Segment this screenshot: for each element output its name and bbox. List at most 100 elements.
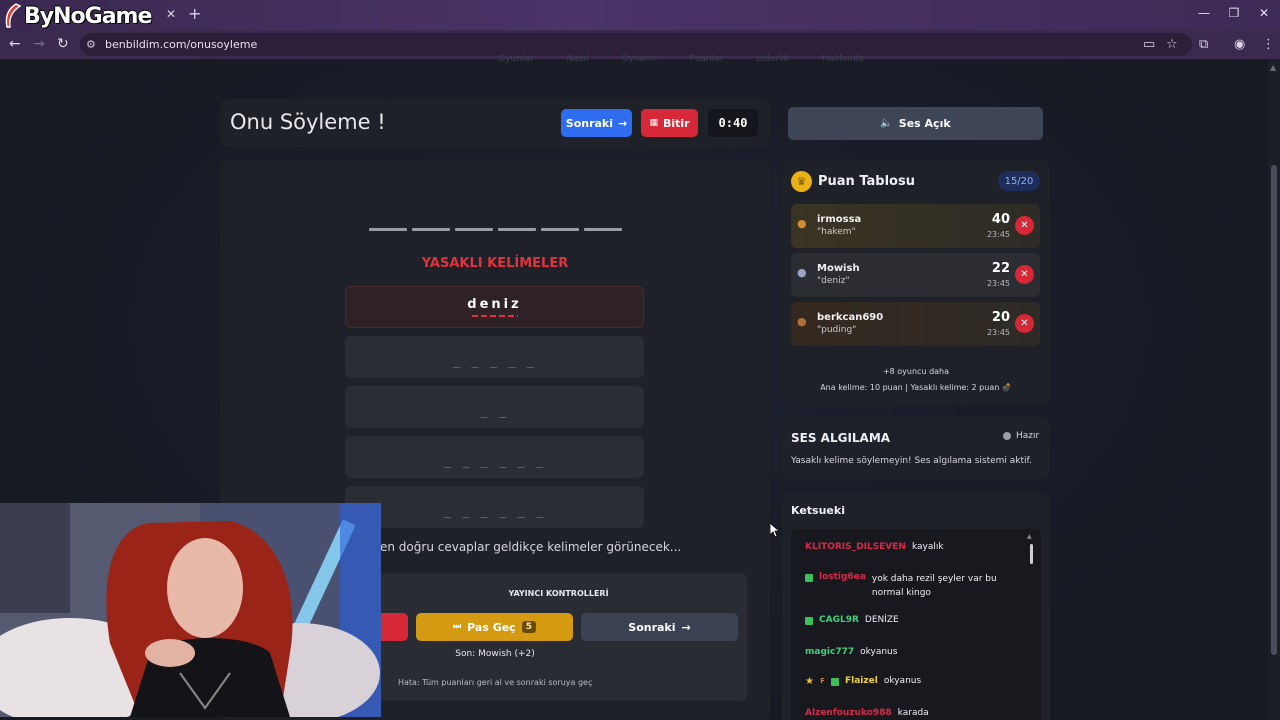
top-nav-faded[interactable]: Oyunlar Nasıl Oynanır Puanlar Liderlik H… — [498, 54, 864, 64]
voice-description: Yasaklı kelime söylemeyin! Ses algılama … — [791, 456, 1032, 466]
pass-count-badge: 5 — [521, 621, 536, 633]
forbidden-word-hidden: _ _ _ _ _ _ — [345, 486, 644, 528]
pass-button[interactable]: ⏭ Pas Geç 5 — [416, 613, 573, 641]
remove-player-icon[interactable]: ✕ — [1015, 265, 1034, 284]
last-scorer: Son: Mowish (+2) — [455, 649, 535, 659]
arrow-right-icon: → — [681, 620, 691, 634]
back-icon[interactable]: ← — [9, 36, 21, 52]
letter-slot — [369, 228, 407, 231]
hidden-word-dashes — [369, 228, 622, 231]
chat-text: okyanus — [883, 676, 922, 686]
player-time: 23:45 — [986, 328, 1010, 337]
chat-text: karada — [897, 708, 929, 718]
leaderboard-row: ● Mowish "deniz" 22 23:45 ✕ — [791, 253, 1040, 297]
player-score: 20 — [991, 310, 1010, 325]
controls-next-button[interactable]: Sonraki → — [581, 613, 738, 641]
subscriber-badge-icon — [831, 678, 839, 686]
feather-logo-icon — [5, 3, 22, 28]
more-players-text: +8 oyuncu daha — [882, 367, 950, 376]
chat-message: CAGL9R DENİZE — [805, 615, 899, 625]
streamer-camera-image — [0, 503, 381, 717]
streamer-controls: YAYINCI KONTROLLERİ ⏭ Pas Geç 5 Sonraki … — [360, 573, 747, 701]
sound-toggle-button[interactable]: 🔈 Ses Açık — [788, 107, 1043, 140]
chat-message: ★ ꜰ Flaizel okyanus — [805, 676, 921, 687]
chat-title: Ketsueki — [791, 504, 845, 517]
chat-username: magic777 — [805, 647, 855, 657]
player-time: 23:45 — [986, 230, 1010, 239]
chat-username: Alzenfouzuko988 — [805, 708, 892, 718]
next-button[interactable]: Sonraki → — [561, 109, 632, 137]
finish-label: Bitir — [662, 116, 690, 130]
restore-icon[interactable]: ❐ — [1226, 6, 1242, 20]
speaker-icon: 🔈 — [880, 118, 893, 129]
chat-message: Alzenfouzuko988 karada — [805, 708, 929, 718]
reload-icon[interactable]: ↻ — [57, 36, 69, 52]
voice-title: SES ALGILAMA — [791, 431, 891, 445]
letter-slot — [584, 228, 622, 231]
game-title: Onu Söyleme ! — [230, 110, 386, 134]
game-header: Onu Söyleme ! Sonraki → ▦ Bitir 0:40 — [220, 99, 770, 147]
forbidden-word-hidden: _ _ _ _ _ — [345, 336, 644, 378]
remove-player-icon[interactable]: ✕ — [1015, 216, 1034, 235]
minimize-icon[interactable]: — — [1196, 6, 1212, 20]
forward-icon[interactable]: → — [33, 36, 45, 52]
voice-detection-panel: SES ALGILAMA Hazır Yasaklı kelime söylem… — [782, 417, 1050, 479]
chat-message: KLITORIS_DILSEVEN kayalık — [805, 542, 944, 552]
player-guess: "hakem" — [817, 227, 856, 237]
silver-medal-icon: ● — [797, 266, 807, 279]
player-name: berkcan690 — [817, 312, 884, 323]
profile-avatar-icon[interactable]: ◉ — [1234, 37, 1245, 52]
scoring-rules: Ana kelime: 10 puan | Yasaklı kelime: 2 … — [820, 383, 1012, 392]
mouse-cursor-icon — [770, 523, 780, 538]
chat-message: lostig6ea yok daha rezil şeyler var bu n… — [805, 572, 1000, 600]
forbidden-words-title: YASAKLI KELİMELER — [421, 256, 569, 271]
cast-icon[interactable]: ▭ — [1143, 37, 1155, 52]
checkered-flag-icon: ▦ — [649, 118, 658, 128]
chat-scroll-up-icon[interactable]: ▲ — [1027, 533, 1032, 540]
controls-tip: Hata: Tüm puanları geri al ve sonraki so… — [398, 678, 593, 687]
leaderboard-row: ● berkcan690 "puding" 20 23:45 ✕ — [791, 302, 1040, 346]
voice-status-label: Hazır — [1016, 431, 1040, 441]
tab-close-icon[interactable]: ✕ — [166, 7, 176, 21]
bookmark-star-icon[interactable]: ☆ — [1166, 37, 1178, 52]
chat-messages[interactable]: ▲ KLITORIS_DILSEVEN kayalık lostig6ea yo… — [791, 529, 1041, 720]
voice-status: Hazır — [1003, 431, 1039, 441]
letter-slot — [541, 228, 579, 231]
rank-badge-icon: ꜰ — [819, 676, 825, 686]
window-close-icon[interactable]: ✕ — [1256, 6, 1272, 20]
pass-label: Pas Geç — [467, 620, 516, 634]
chat-username: CAGL9R — [819, 615, 859, 625]
word-underline — [471, 315, 518, 317]
gold-medal-icon: ● — [797, 217, 807, 230]
forbidden-word-hidden: _ _ — [345, 386, 644, 428]
controls-next-label: Sonraki — [628, 620, 676, 634]
letter-slot — [412, 228, 450, 231]
chat-username: lostig6ea — [819, 572, 866, 582]
forbidden-word-hidden: _ _ _ _ _ _ — [345, 436, 644, 478]
skip-icon: ⏭ — [453, 622, 462, 632]
leaderboard: ♛ Puan Tablosu 15/20 ● irmossa "hakem" 4… — [782, 160, 1050, 404]
arrow-right-icon: → — [618, 116, 628, 130]
leaderboard-title: Puan Tablosu — [818, 174, 915, 189]
remove-player-icon[interactable]: ✕ — [1015, 314, 1034, 333]
url-text[interactable]: benbildim.com/onusoyleme — [105, 38, 257, 51]
forbidden-word-text: deniz — [467, 297, 522, 312]
chat-panel: Ketsueki ▲ KLITORIS_DILSEVEN kayalık los… — [782, 493, 1050, 720]
site-info-icon[interactable]: ⚙ — [86, 38, 96, 51]
scroll-up-icon[interactable]: ▲ — [1270, 63, 1276, 72]
bronze-medal-icon: ● — [797, 315, 807, 328]
sound-label: Ses Açık — [898, 117, 951, 130]
subscriber-badge-icon — [805, 617, 813, 625]
page-scrollbar-thumb[interactable] — [1271, 165, 1277, 655]
menu-kebab-icon[interactable]: ⋮ — [1262, 37, 1275, 52]
finish-button[interactable]: ▦ Bitir — [641, 109, 698, 137]
new-tab-icon[interactable]: + — [188, 4, 201, 23]
extensions-icon[interactable]: ⧉ — [1199, 37, 1208, 52]
chat-message: magic777 okyanus — [805, 647, 897, 657]
player-guess: "deniz" — [817, 276, 850, 286]
chat-scrollbar-thumb[interactable] — [1030, 544, 1033, 564]
controls-title: YAYINCI KONTROLLERİ — [508, 589, 609, 598]
chat-text: yok daha rezil şeyler var bu normal king… — [871, 574, 997, 598]
chat-username: KLITORIS_DILSEVEN — [805, 542, 906, 552]
letter-slot — [498, 228, 536, 231]
